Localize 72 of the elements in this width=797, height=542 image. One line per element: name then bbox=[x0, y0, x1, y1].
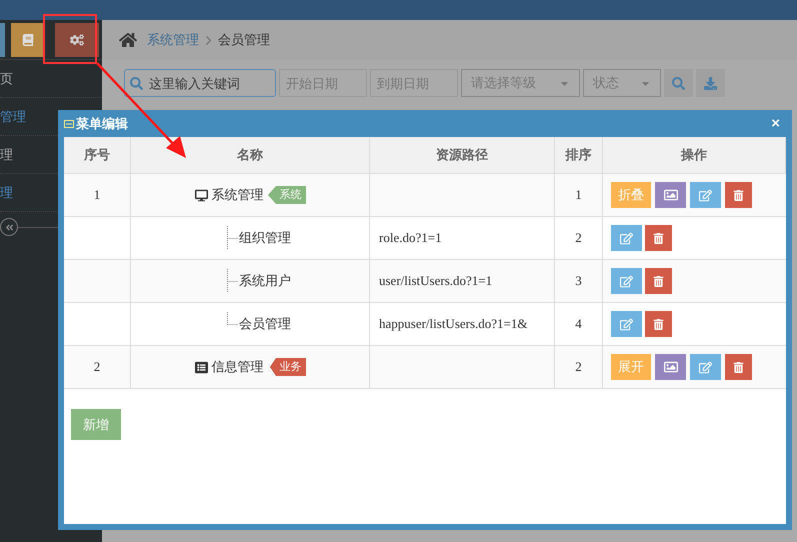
category-tag: 业务 bbox=[270, 358, 306, 376]
index-text: 2 bbox=[94, 358, 100, 376]
order-text: 4 bbox=[575, 315, 582, 334]
search-button[interactable] bbox=[664, 69, 693, 97]
book-icon bbox=[22, 34, 34, 46]
path-text: happuser/listUsers.do?1=1& bbox=[379, 315, 528, 334]
monitor-icon bbox=[194, 188, 208, 202]
settings-button[interactable] bbox=[55, 22, 99, 56]
collapse-icon bbox=[4, 222, 14, 232]
add-button[interactable]: 新增 bbox=[71, 409, 121, 440]
column-header: 操作 bbox=[603, 137, 786, 173]
chevron-icon bbox=[206, 36, 211, 44]
search-field[interactable]: 这里输入关键词 bbox=[124, 69, 276, 97]
trash-icon bbox=[653, 276, 664, 286]
edit-button[interactable] bbox=[690, 354, 721, 380]
edit-icon bbox=[699, 360, 712, 374]
column-header: 序号 bbox=[64, 137, 131, 173]
toggle-button[interactable]: 折叠 bbox=[611, 182, 651, 208]
order-text: 2 bbox=[575, 229, 582, 248]
settings-icon bbox=[70, 32, 84, 46]
window-icon bbox=[64, 120, 74, 128]
toggle-button[interactable]: 展开 bbox=[611, 354, 651, 380]
tree-line-icon bbox=[227, 226, 238, 250]
breadcrumb-item[interactable]: 系统管理 bbox=[147, 30, 199, 50]
path-text: user/listUsers.do?1=1 bbox=[379, 272, 492, 290]
download-button[interactable] bbox=[696, 69, 725, 97]
edit-icon bbox=[620, 232, 633, 244]
trash-icon bbox=[653, 318, 664, 330]
image-button[interactable] bbox=[655, 354, 686, 380]
trash-icon bbox=[733, 190, 744, 200]
delete-button[interactable] bbox=[645, 268, 672, 294]
trash-icon bbox=[653, 232, 664, 244]
menu-name: 信息管理 bbox=[212, 358, 264, 376]
order-text: 1 bbox=[575, 186, 582, 204]
book-button[interactable] bbox=[11, 22, 45, 56]
column-header: 资源路径 bbox=[370, 137, 555, 173]
delete-button[interactable] bbox=[645, 225, 672, 251]
order-text: 2 bbox=[575, 358, 582, 376]
column-header: 排序 bbox=[555, 137, 603, 173]
trash-icon bbox=[733, 362, 744, 372]
close-button[interactable]: × bbox=[771, 116, 780, 131]
image-icon bbox=[664, 360, 678, 374]
menu-name: 会员管理 bbox=[239, 315, 291, 334]
menu-name: 组织管理 bbox=[239, 229, 291, 248]
edit-button[interactable] bbox=[690, 182, 721, 208]
image-button[interactable] bbox=[655, 182, 686, 208]
path-text: role.do?1=1 bbox=[379, 229, 442, 248]
home-icon bbox=[119, 31, 137, 49]
edit-icon bbox=[620, 318, 633, 330]
list-icon bbox=[194, 360, 208, 374]
search-icon bbox=[672, 76, 685, 90]
edit-button[interactable] bbox=[611, 311, 642, 337]
index-text: 1 bbox=[94, 186, 100, 204]
edit-icon bbox=[699, 188, 712, 202]
tree-line-icon bbox=[227, 269, 238, 293]
highlight-frame bbox=[43, 14, 97, 64]
delete-button[interactable] bbox=[725, 182, 752, 208]
edit-button[interactable] bbox=[611, 268, 642, 294]
breadcrumb-item: 会员管理 bbox=[218, 31, 270, 50]
download-icon bbox=[704, 76, 717, 90]
menu-name: 系统管理 bbox=[212, 186, 264, 204]
tree-line-icon bbox=[227, 312, 238, 325]
order-text: 3 bbox=[575, 272, 582, 290]
search-icon bbox=[130, 77, 143, 90]
edit-button[interactable] bbox=[611, 225, 642, 251]
delete-button[interactable] bbox=[645, 311, 672, 337]
edit-icon bbox=[620, 274, 633, 288]
menu-name: 系统用户 bbox=[239, 272, 291, 290]
delete-button[interactable] bbox=[725, 354, 752, 380]
image-icon bbox=[664, 188, 678, 202]
sidebar-item[interactable]: 页 bbox=[0, 60, 102, 98]
collapse-button[interactable] bbox=[0, 218, 18, 236]
